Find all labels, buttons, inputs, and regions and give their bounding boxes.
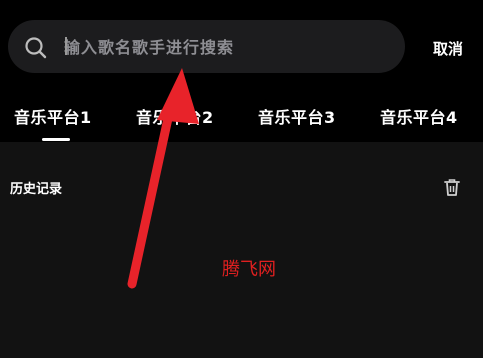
history-title: 历史记录 — [10, 182, 63, 197]
cancel-button[interactable]: 取消 — [433, 38, 463, 59]
trash-icon[interactable] — [442, 177, 462, 197]
watermark-text: 腾飞网 — [222, 259, 276, 280]
tab-platform-3[interactable]: 音乐平台3 — [258, 104, 336, 128]
active-tab-indicator — [42, 138, 70, 141]
tab-platform-1[interactable]: 音乐平台1 — [14, 104, 92, 128]
text-caret — [65, 37, 67, 55]
tab-platform-4[interactable]: 音乐平台4 — [380, 104, 458, 128]
platform-tabs: 音乐平台1 音乐平台2 音乐平台3 音乐平台4 — [0, 100, 483, 142]
search-icon — [25, 37, 47, 59]
history-panel — [0, 142, 483, 358]
tab-platform-2[interactable]: 音乐平台2 — [136, 104, 214, 128]
music-search-screen: 取消 音乐平台1 音乐平台2 音乐平台3 音乐平台4 历史记录 腾飞网 — [0, 0, 483, 358]
search-input[interactable] — [64, 35, 394, 59]
